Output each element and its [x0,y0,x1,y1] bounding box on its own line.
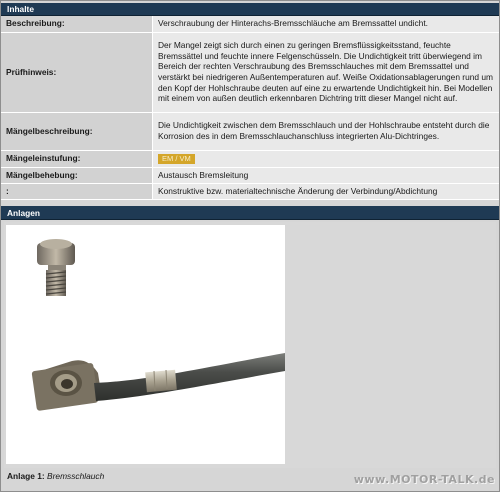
row-label-pruefhinweis: Prüfhinweis: [1,32,153,113]
table-row: Mängelbehebung: Austausch Bremsleitung [1,167,499,184]
caption-text: Bremsschlauch [47,471,105,481]
attachment-area [4,222,496,468]
mangel-detail-panel: Inhalte Beschreibung: Verschraubung der … [0,0,500,492]
row-label-extra: : [1,183,153,200]
row-value-pruefhinweis: Der Mangel zeigt sich durch einen zu ger… [152,32,499,113]
brake-hose-illustration [31,239,285,411]
section-header-anlagen: Anlagen [1,206,499,220]
table-row: : Konstruktive bzw. materialtechnische Ä… [1,183,499,200]
inhalte-table: Beschreibung: Verschraubung der Hinterac… [1,16,499,200]
table-row: Mängelbeschreibung: Die Undichtigkeit zw… [1,112,499,151]
crimp-sleeve [145,369,177,393]
status-badge: EM / VM [158,154,195,164]
attachment-caption: Anlage 1: Bremsschlauch [7,471,104,481]
table-row: Mängeleinstufung: EM / VM [1,150,499,168]
row-label-beschreibung: Beschreibung: [1,16,153,33]
caption-label: Anlage 1: [7,471,45,481]
row-label-maengeleinstufung: Mängeleinstufung: [1,150,153,168]
row-value-beschreibung: Verschraubung der Hinterachs-Bremsschläu… [152,16,499,33]
row-label-maengelbeschreibung: Mängelbeschreibung: [1,112,153,151]
table-row: Beschreibung: Verschraubung der Hinterac… [1,16,499,33]
table-row: Prüfhinweis: Der Mangel zeigt sich durch… [1,32,499,113]
brake-hose [94,353,285,401]
row-value-extra: Konstruktive bzw. materialtechnische Änd… [152,183,499,200]
row-label-maengelbehebung: Mängelbehebung: [1,167,153,184]
watermark: www.MOTOR-TALK.de [353,473,495,486]
row-value-maengeleinstufung: EM / VM [152,150,499,168]
row-value-maengelbehebung: Austausch Bremsleitung [152,167,499,184]
attachment-photo[interactable] [6,225,285,464]
section-header-inhalte: Inhalte [1,3,499,16]
row-value-maengelbeschreibung: Die Undichtigkeit zwischen dem Bremsschl… [152,112,499,151]
